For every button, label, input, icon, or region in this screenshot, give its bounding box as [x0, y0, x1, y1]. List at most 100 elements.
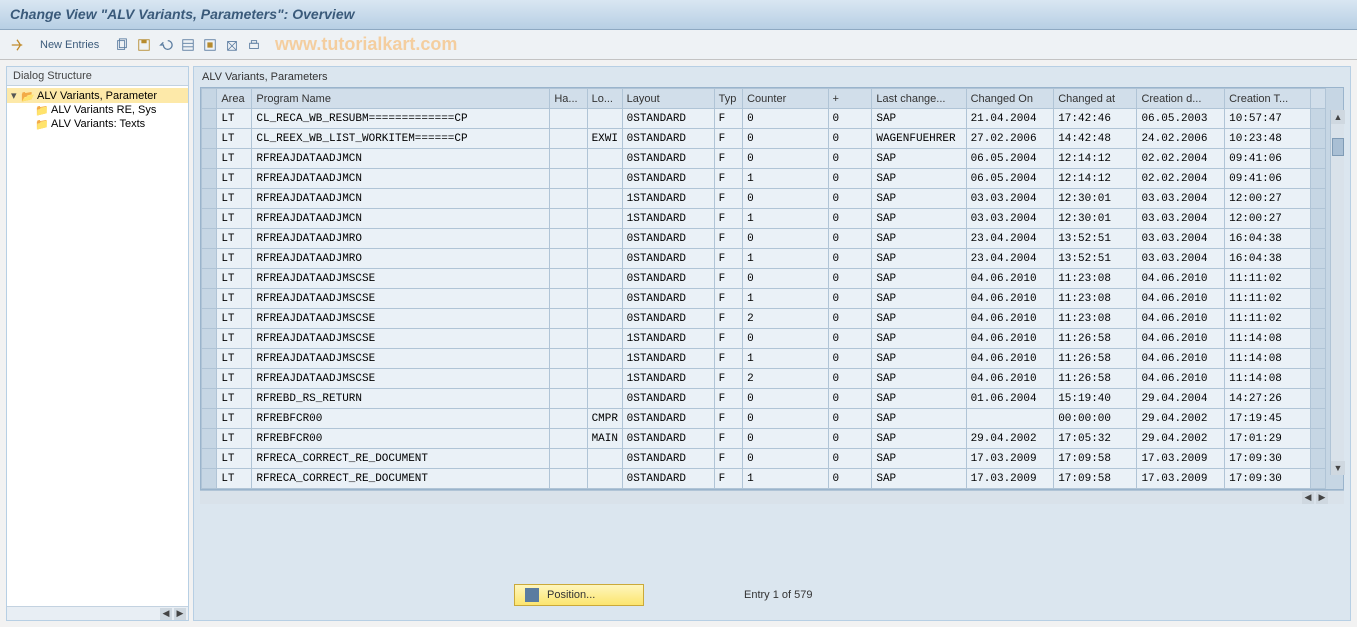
cell[interactable]: 0STANDARD	[622, 129, 714, 149]
alv-grid[interactable]: Area Program Name Ha... Lo... Layout Typ…	[201, 88, 1326, 489]
cell[interactable]: F	[714, 249, 742, 269]
cell[interactable]: 11:14:08	[1225, 329, 1310, 349]
table-row[interactable]: LTRFRECA_CORRECT_RE_DOCUMENT0STANDARDF10…	[202, 469, 1326, 489]
cell[interactable]	[550, 269, 587, 289]
cell[interactable]	[550, 149, 587, 169]
cell[interactable]: 17.03.2009	[966, 449, 1054, 469]
col-plus[interactable]: +	[828, 89, 872, 109]
row-marker[interactable]	[202, 109, 217, 129]
row-marker-header[interactable]	[202, 89, 217, 109]
cell[interactable]: F	[714, 409, 742, 429]
cell[interactable]: RFREAJDATAADJMSCSE	[252, 369, 550, 389]
cell[interactable]	[550, 429, 587, 449]
row-marker[interactable]	[202, 309, 217, 329]
cell[interactable]: F	[714, 129, 742, 149]
save-icon[interactable]	[135, 36, 153, 54]
cell[interactable]: WAGENFUEHRER	[872, 129, 966, 149]
cell[interactable]	[550, 309, 587, 329]
table-row[interactable]: LTRFREAJDATAADJMRO0STANDARDF10SAP23.04.2…	[202, 249, 1326, 269]
cell[interactable]: RFREAJDATAADJMCN	[252, 169, 550, 189]
cell[interactable]: SAP	[872, 249, 966, 269]
cell[interactable]: 13:52:51	[1054, 229, 1137, 249]
cell[interactable]: RFREAJDATAADJMSCSE	[252, 289, 550, 309]
row-marker[interactable]	[202, 429, 217, 449]
table-row[interactable]: LTRFREAJDATAADJMSCSE0STANDARDF00SAP04.06…	[202, 269, 1326, 289]
cell[interactable]: F	[714, 309, 742, 329]
cell[interactable]: LT	[217, 469, 252, 489]
cell[interactable]: SAP	[872, 389, 966, 409]
grid-horizontal-scrollbar[interactable]: ◀ ▶	[200, 490, 1344, 504]
cell[interactable]: 0	[743, 269, 828, 289]
cell[interactable]: 1	[743, 469, 828, 489]
cell[interactable]: 0STANDARD	[622, 169, 714, 189]
col-creation-time[interactable]: Creation T...	[1225, 89, 1310, 109]
cell[interactable]: LT	[217, 109, 252, 129]
cell[interactable]: 06.05.2004	[966, 149, 1054, 169]
table-row[interactable]: LTRFREAJDATAADJMCN0STANDARDF10SAP06.05.2…	[202, 169, 1326, 189]
cell[interactable]	[587, 229, 622, 249]
table-row[interactable]: LTRFREAJDATAADJMSCSE0STANDARDF10SAP04.06…	[202, 289, 1326, 309]
cell[interactable]: 27.02.2006	[966, 129, 1054, 149]
cell[interactable]: 16:04:38	[1225, 229, 1310, 249]
cell[interactable]: 04.06.2010	[966, 309, 1054, 329]
cell[interactable]: 03.03.2004	[1137, 209, 1225, 229]
cell[interactable]: CL_REEX_WB_LIST_WORKITEM======CP	[252, 129, 550, 149]
cell[interactable]: 0	[828, 309, 872, 329]
cell[interactable]	[587, 189, 622, 209]
cell[interactable]: 0	[743, 189, 828, 209]
tree-node-root[interactable]: ▾ ALV Variants, Parameter	[7, 88, 188, 103]
cell[interactable]: 0STANDARD	[622, 429, 714, 449]
cell[interactable]: SAP	[872, 169, 966, 189]
cell[interactable]: 12:30:01	[1054, 189, 1137, 209]
cell[interactable]: 2	[743, 309, 828, 329]
cell[interactable]: 10:23:48	[1225, 129, 1310, 149]
cell[interactable]: SAP	[872, 409, 966, 429]
cell[interactable]: 0STANDARD	[622, 389, 714, 409]
cell[interactable]: F	[714, 469, 742, 489]
cell[interactable]: LT	[217, 229, 252, 249]
new-entries-button[interactable]: New Entries	[34, 37, 105, 53]
cell[interactable]: 09:41:06	[1225, 169, 1310, 189]
scroll-left-icon[interactable]: ◀	[160, 608, 172, 620]
col-layout[interactable]: Layout	[622, 89, 714, 109]
cell[interactable]: 03.03.2004	[1137, 189, 1225, 209]
cell[interactable]	[550, 469, 587, 489]
cell[interactable]: 1	[743, 349, 828, 369]
cell[interactable]: 0	[828, 169, 872, 189]
cell[interactable]: SAP	[872, 309, 966, 329]
cell[interactable]: SAP	[872, 329, 966, 349]
collapse-icon[interactable]: ▾	[11, 89, 21, 102]
col-lo[interactable]: Lo...	[587, 89, 622, 109]
cell[interactable]	[587, 309, 622, 329]
cell[interactable]	[550, 449, 587, 469]
cell[interactable]: 0	[828, 329, 872, 349]
cell[interactable]	[550, 369, 587, 389]
cell[interactable]: 03.03.2004	[966, 189, 1054, 209]
cell[interactable]	[587, 149, 622, 169]
cell[interactable]	[587, 349, 622, 369]
cell[interactable]: 17:09:58	[1054, 469, 1137, 489]
cell[interactable]: F	[714, 189, 742, 209]
cell[interactable]: SAP	[872, 369, 966, 389]
cell[interactable]: 04.06.2010	[1137, 329, 1225, 349]
cell[interactable]: LT	[217, 169, 252, 189]
cell[interactable]: 11:14:08	[1225, 369, 1310, 389]
tree-node-child-1[interactable]: ALV Variants RE, Sys	[7, 103, 188, 117]
cell[interactable]	[550, 229, 587, 249]
print-icon[interactable]	[245, 36, 263, 54]
grid-vertical-scrollbar[interactable]: ▲ ▼	[1330, 110, 1344, 475]
cell[interactable]	[587, 389, 622, 409]
cell[interactable]: RFREBFCR00	[252, 409, 550, 429]
toggle-icon[interactable]	[8, 36, 26, 54]
cell[interactable]: 17.03.2009	[966, 469, 1054, 489]
cell[interactable]: 17:42:46	[1054, 109, 1137, 129]
table-row[interactable]: LTRFREBFCR00MAIN0STANDARDF00SAP29.04.200…	[202, 429, 1326, 449]
table-row[interactable]: LTRFREAJDATAADJMSCSE0STANDARDF20SAP04.06…	[202, 309, 1326, 329]
scroll-up-icon[interactable]: ▲	[1331, 110, 1345, 124]
cell[interactable]	[550, 389, 587, 409]
cell[interactable]: RFREAJDATAADJMSCSE	[252, 349, 550, 369]
cell[interactable]: F	[714, 169, 742, 189]
cell[interactable]: LT	[217, 129, 252, 149]
col-ha[interactable]: Ha...	[550, 89, 587, 109]
cell[interactable]: 1	[743, 289, 828, 309]
